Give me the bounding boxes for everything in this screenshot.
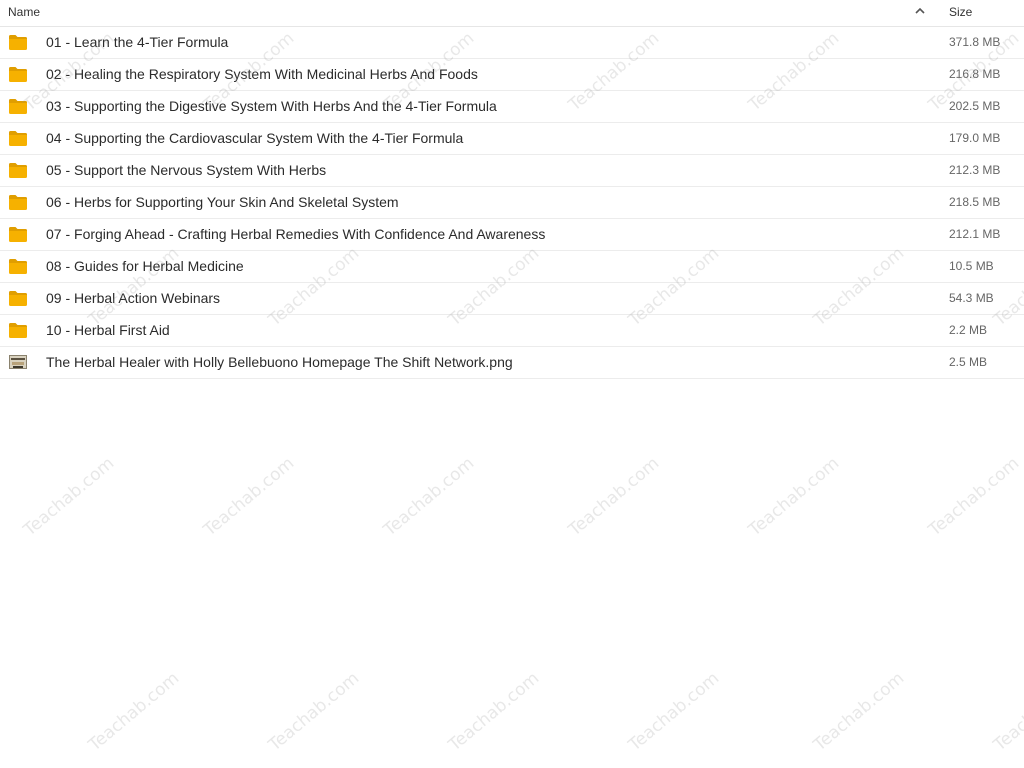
file-browser: Name Size 01 - Learn the 4-Tier Formula 3…: [0, 0, 1024, 768]
row-size: 202.5 MB: [949, 99, 1001, 113]
row-size: 218.5 MB: [949, 195, 1001, 209]
column-header: Name Size: [0, 0, 1024, 27]
folder-row[interactable]: 10 - Herbal First Aid 2.2 MB: [0, 315, 1024, 347]
folder-row[interactable]: 02 - Healing the Respiratory System With…: [0, 59, 1024, 91]
row-name[interactable]: 07 - Forging Ahead - Crafting Herbal Rem…: [46, 226, 545, 242]
watermark-text: Teachab.com: [625, 668, 724, 756]
folder-row[interactable]: 07 - Forging Ahead - Crafting Herbal Rem…: [0, 219, 1024, 251]
watermark-text: Teachab.com: [20, 453, 119, 541]
watermark-text: Teachab.com: [445, 668, 544, 756]
row-name[interactable]: 03 - Supporting the Digestive System Wit…: [46, 98, 497, 114]
file-row[interactable]: The Herbal Healer with Holly Bellebuono …: [0, 347, 1024, 379]
row-size: 371.8 MB: [949, 35, 1001, 49]
folder-icon: [9, 35, 27, 50]
row-size: 2.5 MB: [949, 355, 988, 369]
watermark-text: Teachab.com: [990, 668, 1024, 756]
watermark-text: Teachab.com: [745, 453, 844, 541]
size-column-header[interactable]: Size: [949, 5, 972, 19]
folder-icon: [9, 67, 27, 82]
row-name[interactable]: 04 - Supporting the Cardiovascular Syste…: [46, 130, 463, 146]
row-name[interactable]: 05 - Support the Nervous System With Her…: [46, 162, 326, 178]
row-size: 2.2 MB: [949, 323, 988, 337]
folder-icon: [9, 227, 27, 242]
watermark-text: Teachab.com: [85, 668, 184, 756]
folder-icon: [9, 259, 27, 274]
folder-row[interactable]: 05 - Support the Nervous System With Her…: [0, 155, 1024, 187]
row-name[interactable]: 10 - Herbal First Aid: [46, 322, 170, 338]
watermark-text: Teachab.com: [925, 453, 1024, 541]
row-name[interactable]: 08 - Guides for Herbal Medicine: [46, 258, 244, 274]
chevron-up-icon[interactable]: [913, 4, 927, 18]
row-name[interactable]: 01 - Learn the 4-Tier Formula: [46, 34, 228, 50]
folder-icon: [9, 323, 27, 338]
folder-row[interactable]: 03 - Supporting the Digestive System Wit…: [0, 91, 1024, 123]
row-size: 10.5 MB: [949, 259, 994, 273]
folder-row[interactable]: 01 - Learn the 4-Tier Formula 371.8 MB: [0, 27, 1024, 59]
watermark-text: Teachab.com: [265, 668, 364, 756]
name-column-header[interactable]: Name: [8, 5, 40, 19]
row-name[interactable]: 02 - Healing the Respiratory System With…: [46, 66, 478, 82]
folder-row[interactable]: 09 - Herbal Action Webinars 54.3 MB: [0, 283, 1024, 315]
watermark-text: Teachab.com: [200, 453, 299, 541]
watermark-text: Teachab.com: [380, 453, 479, 541]
folder-row[interactable]: 04 - Supporting the Cardiovascular Syste…: [0, 123, 1024, 155]
watermark-text: Teachab.com: [565, 453, 664, 541]
folder-icon: [9, 195, 27, 210]
folder-icon: [9, 99, 27, 114]
row-size: 179.0 MB: [949, 131, 1001, 145]
row-size: 216.8 MB: [949, 67, 1001, 81]
file-list: 01 - Learn the 4-Tier Formula 371.8 MB 02 …: [0, 27, 1024, 379]
row-name[interactable]: 06 - Herbs for Supporting Your Skin And …: [46, 194, 399, 210]
watermark-text: Teachab.com: [810, 668, 909, 756]
folder-icon: [9, 131, 27, 146]
row-name[interactable]: 09 - Herbal Action Webinars: [46, 290, 220, 306]
folder-row[interactable]: 08 - Guides for Herbal Medicine 10.5 MB: [0, 251, 1024, 283]
row-size: 54.3 MB: [949, 291, 994, 305]
folder-icon: [9, 163, 27, 178]
folder-row[interactable]: 06 - Herbs for Supporting Your Skin And …: [0, 187, 1024, 219]
row-size: 212.3 MB: [949, 163, 1001, 177]
image-thumbnail-icon: [9, 355, 27, 369]
row-size: 212.1 MB: [949, 227, 1001, 241]
folder-icon: [9, 291, 27, 306]
row-name[interactable]: The Herbal Healer with Holly Bellebuono …: [46, 354, 513, 370]
